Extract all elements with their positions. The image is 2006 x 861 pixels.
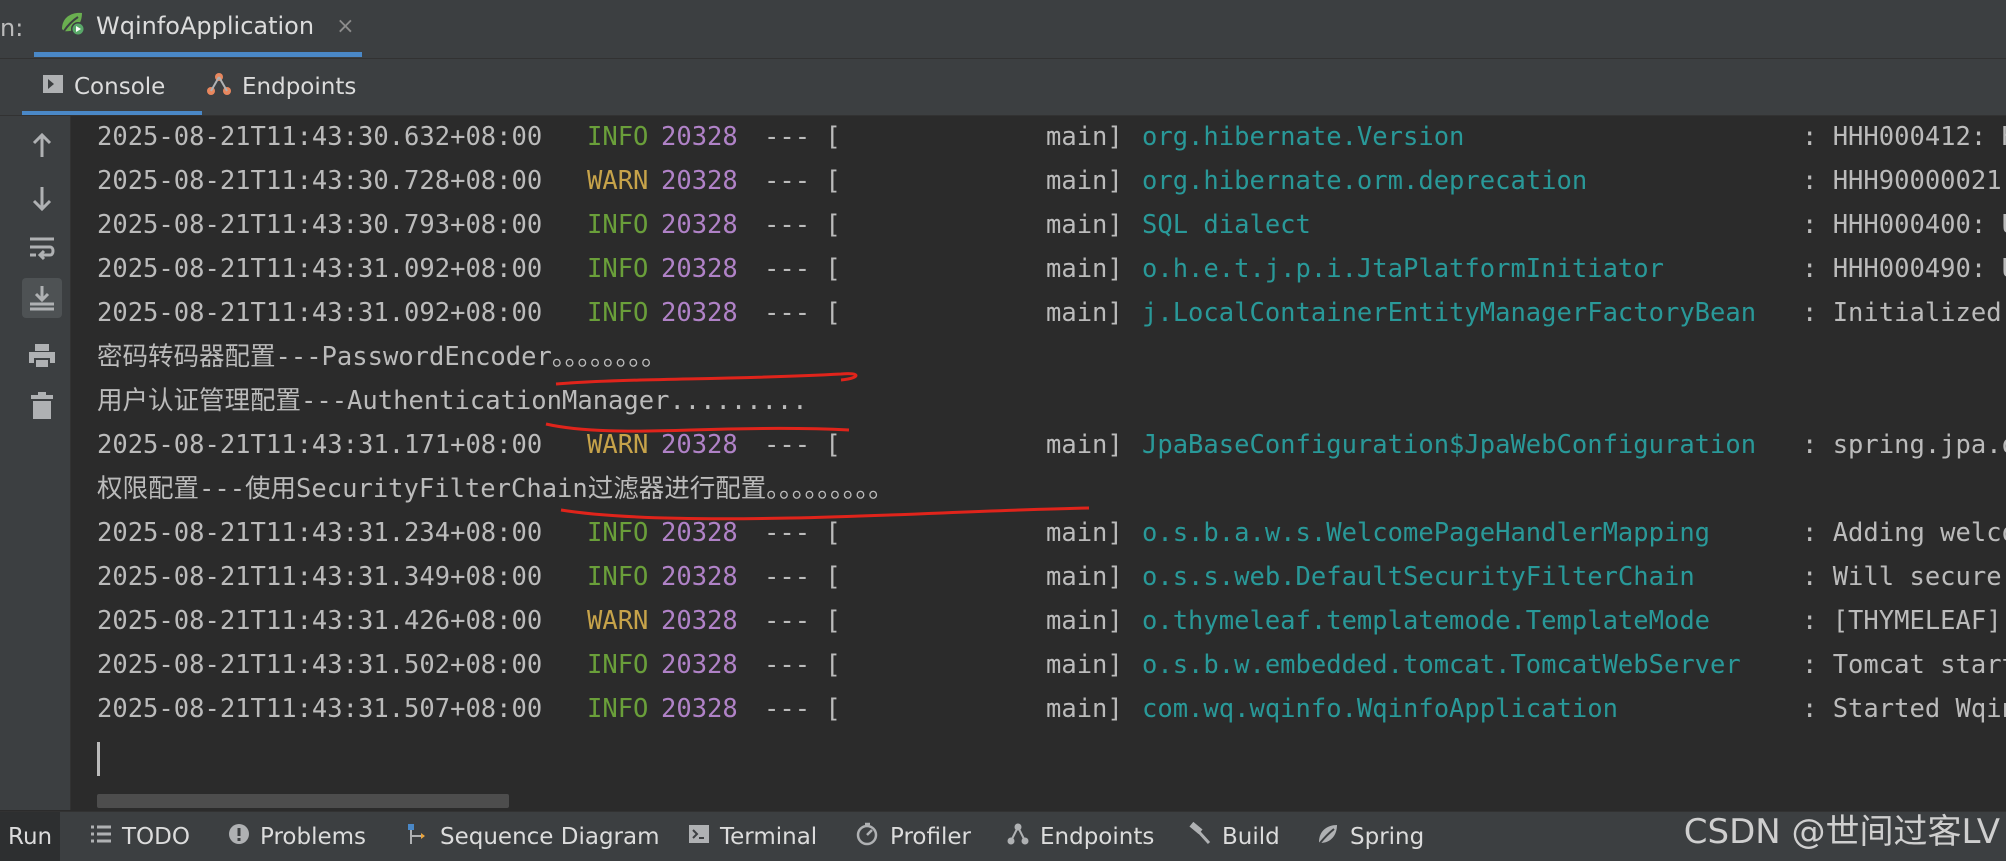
problems-icon <box>228 823 250 851</box>
annotation-underline-2 <box>545 422 850 433</box>
console-sub-tabs: Console Endpoints <box>0 59 2006 116</box>
toolwindow-profiler-label: Profiler <box>890 823 971 850</box>
annotation-underline-1 <box>555 372 858 386</box>
toolwindow-problems[interactable]: Problems <box>228 812 366 861</box>
print-icon[interactable] <box>22 336 62 376</box>
toolwindow-todo-label: TODO <box>122 823 190 850</box>
endpoints-icon <box>206 71 232 103</box>
down-arrow-icon[interactable] <box>22 178 62 218</box>
toolwindow-endpoints-label: Endpoints <box>1040 823 1155 850</box>
hammer-icon <box>1188 821 1212 852</box>
soft-wrap-icon[interactable] <box>22 228 62 268</box>
run-config-name: WqinfoApplication <box>96 12 315 40</box>
tab-console-label: Console <box>74 74 166 100</box>
toolwindow-build[interactable]: Build <box>1188 812 1280 861</box>
tab-endpoints[interactable]: Endpoints <box>206 59 356 115</box>
run-tool-window-header: n: WqinfoApplication × <box>0 0 2006 59</box>
toolwindow-sequence-diagram-label: Sequence Diagram <box>440 823 660 850</box>
active-tab-indicator <box>22 111 202 115</box>
trash-icon[interactable] <box>22 386 62 426</box>
toolwindow-todo[interactable]: TODO <box>90 812 190 861</box>
console-output[interactable]: 2025-08-21T11:43:30.632+08:00 INFO 20328… <box>71 116 2006 810</box>
console-icon <box>42 73 64 101</box>
side-gutter <box>0 116 14 810</box>
tab-run-config[interactable]: WqinfoApplication × <box>34 0 362 57</box>
toolwindow-terminal-label: Terminal <box>720 823 818 850</box>
endpoints-icon <box>1006 822 1030 852</box>
todo-list-icon <box>90 824 112 850</box>
spring-leaf-icon <box>1316 822 1340 852</box>
sequence-diagram-icon <box>406 822 430 852</box>
active-tab-indicator <box>34 52 362 57</box>
tab-endpoints-label: Endpoints <box>242 74 357 100</box>
toolwindow-sequence-diagram[interactable]: Sequence Diagram <box>406 812 660 861</box>
console-toolbar <box>14 116 71 810</box>
run-label-fragment: n: <box>0 14 24 42</box>
toolwindow-terminal[interactable]: Terminal <box>688 812 817 861</box>
toolwindow-problems-label: Problems <box>260 823 367 850</box>
annotation-underline-3 <box>560 506 1090 521</box>
scroll-to-end-icon[interactable] <box>22 278 62 318</box>
toolwindow-run[interactable]: Run <box>0 812 61 861</box>
close-icon[interactable]: × <box>336 14 354 39</box>
text-cursor <box>97 742 100 776</box>
horizontal-scrollbar[interactable] <box>97 794 509 808</box>
up-arrow-icon[interactable] <box>22 126 62 166</box>
red-underline-annotations <box>545 372 1090 521</box>
toolwindow-endpoints[interactable]: Endpoints <box>1006 812 1154 861</box>
toolwindow-run-label: Run <box>8 823 53 850</box>
spring-boot-run-icon <box>58 9 86 43</box>
toolwindow-spring[interactable]: Spring <box>1316 812 1424 861</box>
csdn-watermark: CSDN @世间过客LV <box>1683 812 2000 852</box>
profiler-icon <box>856 822 880 852</box>
toolwindow-build-label: Build <box>1222 823 1280 850</box>
toolwindow-spring-label: Spring <box>1350 823 1425 850</box>
toolwindow-profiler[interactable]: Profiler <box>856 812 971 861</box>
terminal-icon <box>688 824 710 850</box>
tab-console[interactable]: Console <box>22 59 202 115</box>
